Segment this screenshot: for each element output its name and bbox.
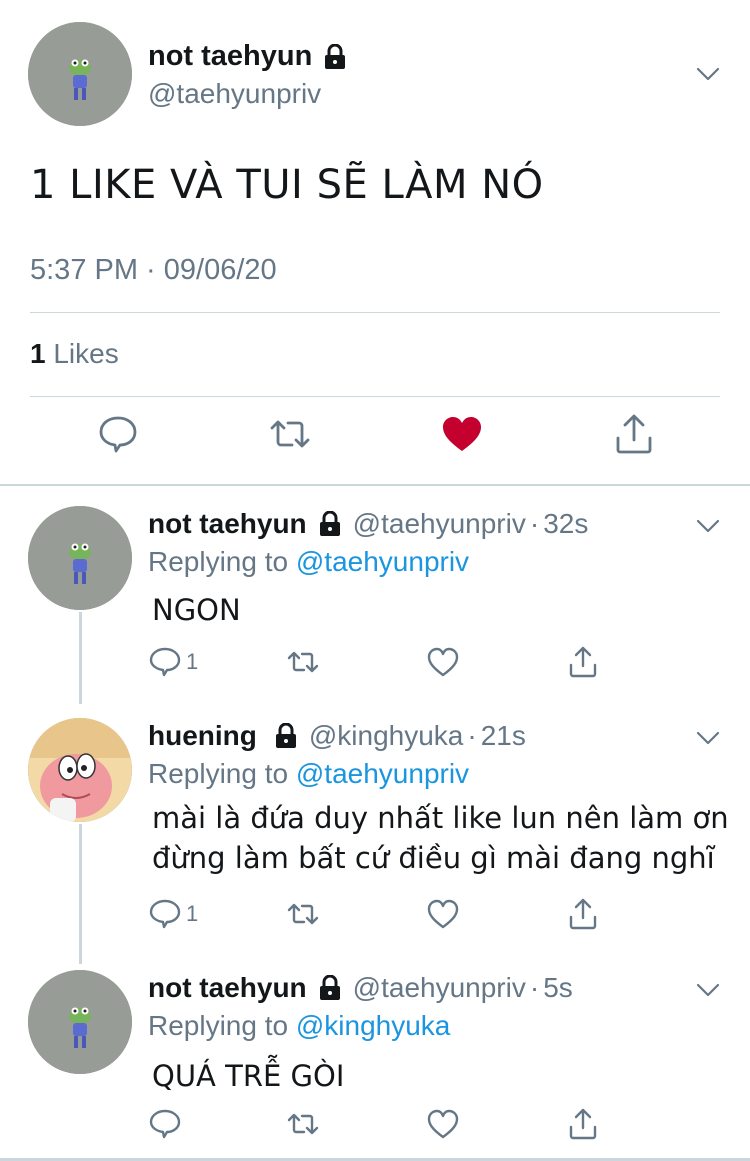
- like-button[interactable]: [426, 644, 460, 680]
- separator-dot: ·: [529, 972, 540, 1003]
- avatar[interactable]: [28, 22, 132, 126]
- replying-to-mention[interactable]: @kinghyuka: [296, 1010, 451, 1041]
- replying-to-mention[interactable]: @taehyunpriv: [296, 546, 469, 577]
- reply-header: huening @kinghyuka · 21s: [148, 718, 526, 754]
- share-icon: [569, 898, 597, 930]
- chevron-down-icon[interactable]: [696, 518, 720, 534]
- replying-to: Replying to @taehyunpriv: [148, 546, 469, 578]
- display-name[interactable]: not taehyun: [148, 40, 346, 73]
- display-name[interactable]: huening: [148, 720, 257, 752]
- avatar[interactable]: [28, 970, 132, 1074]
- avatar-cartoon-image: [28, 718, 132, 822]
- retweet-icon: [287, 651, 319, 673]
- lock-icon: [325, 43, 346, 69]
- separator-dot: ·: [467, 720, 477, 751]
- separator-dot: ·: [529, 508, 540, 539]
- handle[interactable]: @taehyunpriv: [353, 508, 526, 540]
- reply-actions: [148, 1106, 618, 1146]
- handle[interactable]: @taehyunpriv: [353, 972, 526, 1004]
- handle[interactable]: @taehyunpriv: [148, 78, 321, 110]
- share-icon: [569, 1108, 597, 1140]
- reply-icon: [149, 1109, 181, 1139]
- avatar[interactable]: [28, 718, 132, 822]
- reply-tweet[interactable]: huening @kinghyuka · 21s Replying to @ta…: [0, 718, 750, 938]
- avatar-frog-image: [28, 970, 132, 1074]
- replying-to-label: Replying to: [148, 546, 289, 577]
- display-name[interactable]: not taehyun: [148, 508, 307, 540]
- divider: [30, 396, 720, 397]
- reply-icon[interactable]: [96, 412, 140, 456]
- replying-to-label: Replying to: [148, 758, 289, 789]
- avatar[interactable]: [28, 506, 132, 610]
- heart-icon: [427, 899, 459, 929]
- relative-time[interactable]: 21s: [481, 720, 526, 752]
- reply-actions: 1: [148, 644, 618, 684]
- retweet-icon: [287, 1113, 319, 1135]
- heart-icon: [427, 1109, 459, 1139]
- avatar-frog-image: [28, 506, 132, 610]
- reply-tweet[interactable]: not taehyun @taehyunpriv · 32s Replying …: [0, 506, 750, 696]
- divider: [30, 312, 720, 313]
- tweet-timestamp[interactable]: 5:37 PM · 09/06/20: [30, 254, 277, 287]
- display-name[interactable]: not taehyun: [148, 972, 307, 1004]
- reply-header: not taehyun @taehyunpriv · 5s: [148, 970, 573, 1006]
- like-button[interactable]: [426, 1106, 460, 1142]
- reply-actions: 1: [148, 896, 618, 936]
- reply-text-line: mài là đứa duy nhất like lun nên làm ơn: [152, 801, 729, 835]
- reply-icon: [149, 899, 181, 929]
- replying-to-mention[interactable]: @taehyunpriv: [296, 758, 469, 789]
- lock-icon: [319, 975, 340, 1000]
- reply-button[interactable]: 1: [148, 896, 198, 932]
- likes-stat[interactable]: 1 Likes: [30, 338, 119, 370]
- likes-label: Likes: [53, 338, 119, 369]
- reply-text: NGON: [152, 593, 241, 627]
- reply-text: QUÁ TRỄ GÒI: [152, 1059, 345, 1093]
- reply-text-line: đừng làm bất cứ điều gì mài đang nghĩ: [152, 841, 715, 875]
- chevron-down-icon[interactable]: [696, 730, 720, 746]
- retweet-button[interactable]: [286, 896, 320, 932]
- main-tweet: not taehyun @taehyunpriv 1 LIKE VÀ TUI S…: [0, 0, 750, 486]
- tweet-text: 1 LIKE VÀ TUI SẼ LÀM NÓ: [30, 162, 544, 208]
- reply-count: 1: [186, 901, 199, 926]
- reply-button[interactable]: [148, 1106, 182, 1142]
- share-button[interactable]: [566, 1106, 600, 1142]
- lock-icon: [275, 723, 296, 748]
- reply-text: mài là đứa duy nhất like lun nên làm ơn …: [152, 798, 729, 878]
- lock-icon: [319, 511, 340, 536]
- heart-icon: [427, 647, 459, 677]
- reply-tweet[interactable]: not taehyun @taehyunpriv · 5s Replying t…: [0, 970, 750, 1156]
- retweet-icon: [287, 903, 319, 925]
- retweet-icon[interactable]: [268, 412, 312, 456]
- likes-count: 1: [30, 338, 46, 369]
- section-divider: [0, 484, 750, 486]
- reply-button[interactable]: 1: [148, 644, 198, 680]
- like-button[interactable]: [426, 896, 460, 932]
- chevron-down-icon[interactable]: [696, 66, 720, 82]
- relative-time[interactable]: 32s: [543, 508, 588, 540]
- share-icon[interactable]: [612, 412, 656, 456]
- display-name-text[interactable]: not taehyun: [148, 40, 312, 73]
- reply-icon: [149, 647, 181, 677]
- replying-to: Replying to @kinghyuka: [148, 1010, 450, 1042]
- retweet-button[interactable]: [286, 644, 320, 680]
- share-button[interactable]: [566, 644, 600, 680]
- retweet-button[interactable]: [286, 1106, 320, 1142]
- chevron-down-icon[interactable]: [696, 982, 720, 998]
- share-button[interactable]: [566, 896, 600, 932]
- heart-icon[interactable]: [440, 412, 484, 456]
- replying-to: Replying to @taehyunpriv: [148, 758, 469, 790]
- share-icon: [569, 646, 597, 678]
- relative-time[interactable]: 5s: [543, 972, 573, 1004]
- tweet-actions: [0, 412, 750, 468]
- reply-count: 1: [186, 649, 199, 674]
- replying-to-label: Replying to: [148, 1010, 289, 1041]
- avatar-frog-image: [28, 22, 132, 126]
- handle[interactable]: @kinghyuka: [309, 720, 464, 752]
- reply-header: not taehyun @taehyunpriv · 32s: [148, 506, 588, 542]
